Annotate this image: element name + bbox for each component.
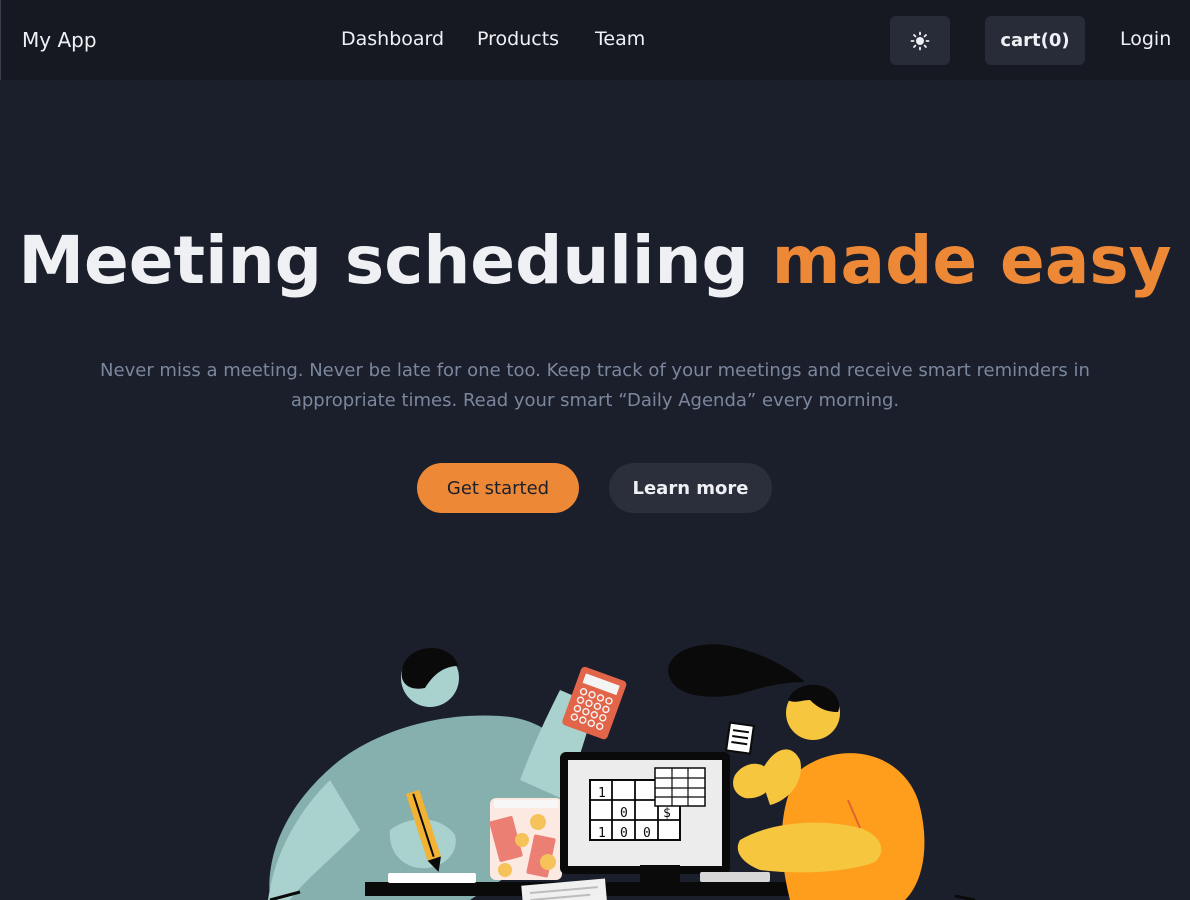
theme-toggle-button[interactable] — [890, 16, 950, 65]
top-navbar: My App Dashboard Products Team cart(0) L… — [0, 0, 1190, 80]
svg-text:0: 0 — [620, 806, 628, 821]
cart-button[interactable]: cart(0) — [985, 16, 1085, 65]
get-started-button[interactable]: Get started — [417, 463, 579, 513]
login-link[interactable]: Login — [1120, 28, 1171, 50]
nav-link-dashboard[interactable]: Dashboard — [341, 28, 444, 50]
brand-logo[interactable]: My App — [22, 28, 97, 52]
svg-text:0: 0 — [643, 826, 651, 841]
svg-text:1: 1 — [598, 786, 606, 801]
people-scheduling-illustration: 1 0 $ 1 0 0 — [268, 644, 976, 900]
svg-text:1: 1 — [598, 826, 606, 841]
nav-link-team[interactable]: Team — [595, 28, 645, 50]
svg-text:0: 0 — [620, 826, 628, 841]
svg-text:$: $ — [663, 806, 671, 821]
sun-icon — [910, 31, 930, 50]
hero-title-main: Meeting scheduling — [18, 222, 772, 299]
hero-title-accent: made easy — [771, 222, 1172, 299]
nav-link-products[interactable]: Products — [477, 28, 559, 50]
hero-title: Meeting scheduling made easy — [0, 222, 1190, 299]
hero-subtitle: Never miss a meeting. Never be late for … — [100, 360, 1090, 411]
learn-more-button[interactable]: Learn more — [609, 463, 772, 513]
